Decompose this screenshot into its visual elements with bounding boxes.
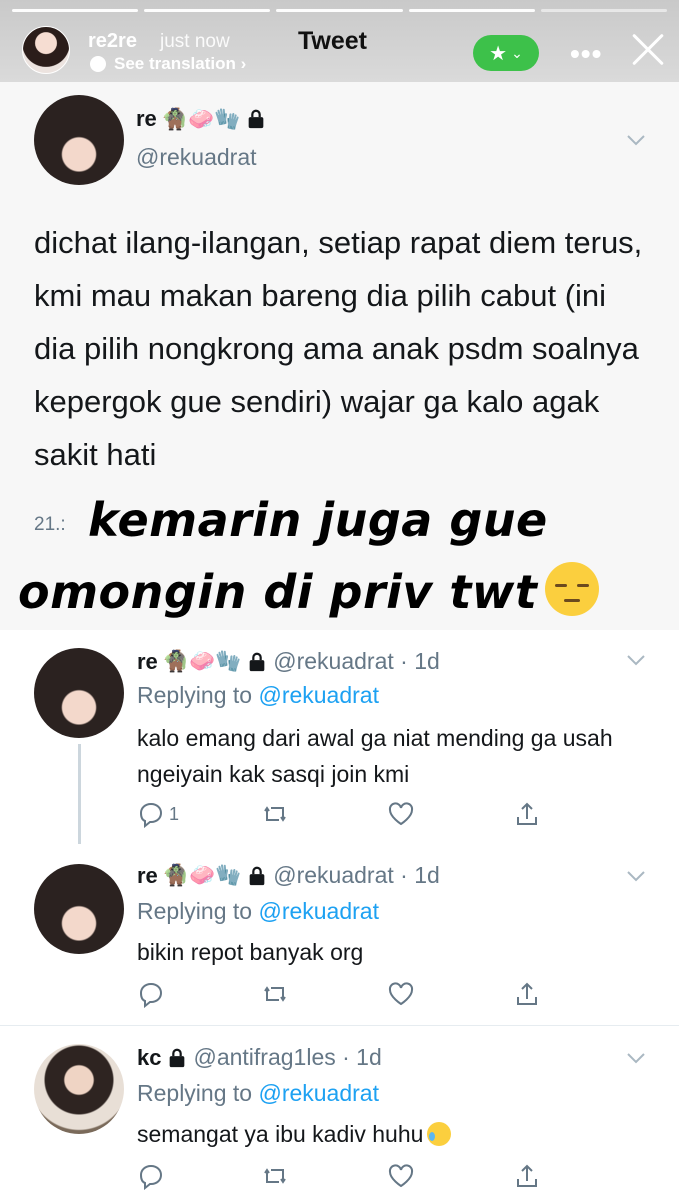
reply-button[interactable]	[137, 1162, 165, 1190]
replying-to-link[interactable]: @rekuadrat	[258, 898, 379, 924]
chevron-down-icon: ⌄	[511, 44, 523, 61]
like-button[interactable]	[387, 980, 415, 1008]
replying-to: Replying to @rekuadrat	[137, 1080, 379, 1107]
crying-face-icon	[427, 1122, 452, 1146]
progress-segment	[408, 9, 535, 12]
name-emojis: 🧌🧼🧤	[162, 650, 242, 673]
star-icon: ★	[489, 42, 508, 65]
lock-icon	[249, 652, 265, 671]
progress-segment	[144, 9, 271, 12]
story-progress-bar	[12, 9, 668, 13]
retweet-icon	[264, 1168, 286, 1184]
chevron-down-icon[interactable]	[626, 870, 646, 882]
share-button[interactable]	[513, 800, 541, 828]
heart-icon	[388, 802, 414, 826]
more-options-button[interactable]: •••	[570, 38, 602, 70]
name-emojis: 🧌🧼🧤	[161, 107, 241, 131]
retweet-button[interactable]	[261, 980, 289, 1008]
tweet-text: semangat ya ibu kadiv huhu	[137, 1116, 657, 1152]
close-friends-button[interactable]: ★ ⌄	[473, 35, 539, 71]
page-title: Tweet	[298, 27, 367, 55]
replying-to-link[interactable]: @rekuadrat	[258, 1080, 379, 1106]
reply-tweet[interactable]: kc @antifrag1les · 1d Replying to @rekua…	[0, 1026, 679, 1200]
caption-line-2: omongin di priv twt	[18, 562, 600, 619]
reply-button[interactable]: 1	[137, 800, 179, 828]
replying-prefix: Replying to	[137, 682, 259, 708]
tweet-author: re 🧌🧼🧤	[136, 106, 267, 132]
replying-to-link[interactable]: @rekuadrat	[258, 682, 379, 708]
tweet-actions	[137, 980, 557, 1010]
handle-time: @rekuadrat · 1d	[273, 862, 440, 888]
chevron-down-icon[interactable]	[626, 654, 646, 666]
progress-segment	[276, 9, 403, 12]
retweet-icon	[264, 986, 286, 1002]
replying-prefix: Replying to	[137, 1080, 259, 1106]
tweet-author: kc @antifrag1les · 1d	[137, 1044, 382, 1071]
tweet-author: re 🧌🧼🧤 @rekuadrat · 1d	[137, 648, 440, 675]
tweet-text: dichat ilang-ilangan, setiap rapat diem …	[34, 225, 643, 472]
reply-tweet[interactable]: re 🧌🧼🧤 @rekuadrat · 1d Replying to @reku…	[0, 630, 679, 844]
reply-tweet[interactable]: re 🧌🧼🧤 @rekuadrat · 1d Replying to @reku…	[0, 844, 679, 1024]
author-name: kc	[137, 1044, 162, 1070]
avatar[interactable]	[34, 648, 124, 738]
chevron-down-icon[interactable]	[626, 1052, 646, 1064]
lock-icon	[170, 1048, 185, 1067]
lock-icon	[249, 866, 265, 885]
tweet-actions	[137, 1162, 557, 1192]
share-button[interactable]	[513, 980, 541, 1008]
replying-prefix: Replying to	[137, 898, 259, 924]
replying-to: Replying to @rekuadrat	[137, 898, 379, 925]
replying-to: Replying to @rekuadrat	[137, 682, 379, 709]
pensive-face-icon	[545, 562, 600, 616]
avatar[interactable]	[34, 1044, 124, 1134]
thread-line	[78, 744, 81, 844]
retweet-button[interactable]	[261, 1162, 289, 1190]
story-username[interactable]: re2re	[88, 30, 137, 53]
tweet-author: re 🧌🧼🧤 @rekuadrat · 1d	[137, 862, 440, 889]
story-avatar[interactable]	[22, 26, 70, 74]
reply-icon	[139, 982, 163, 1008]
avatar[interactable]	[34, 864, 124, 954]
caption-line-2-text: omongin di priv twt	[18, 565, 538, 619]
main-tweet: re 🧌🧼🧤 @rekuadrat dichat ilang-ilangan, …	[0, 82, 679, 630]
like-button[interactable]	[387, 1162, 415, 1190]
author-name: re	[136, 106, 157, 131]
see-translation-link[interactable]: See translation ›	[90, 54, 246, 74]
like-button[interactable]	[387, 800, 415, 828]
globe-icon	[90, 56, 106, 72]
name-emojis: 🧌🧼🧤	[162, 864, 242, 887]
reply-button[interactable]	[137, 980, 165, 1008]
tweet-text: bikin repot banyak org	[137, 939, 364, 965]
share-button[interactable]	[513, 1162, 541, 1190]
story-timestamp: just now	[160, 31, 230, 52]
caption-line-1: kemarin juga gue	[88, 493, 548, 547]
lock-icon	[248, 109, 264, 129]
retweet-button[interactable]	[261, 800, 289, 828]
handle-time: @rekuadrat · 1d	[273, 648, 440, 674]
progress-segment	[12, 9, 139, 12]
share-icon	[517, 1164, 537, 1187]
close-icon[interactable]	[630, 32, 666, 68]
author-handle: @rekuadrat	[136, 144, 257, 170]
share-icon	[517, 802, 537, 825]
chevron-down-icon[interactable]	[626, 134, 646, 146]
avatar[interactable]	[34, 95, 124, 185]
story-caption-overlay: kemarin juga gue omongin di priv twt	[18, 484, 678, 628]
share-icon	[517, 982, 537, 1005]
author-name: re	[137, 862, 158, 888]
tweet-text-content: semangat ya ibu kadiv huhu	[137, 1121, 424, 1147]
tweet-actions: 1	[137, 800, 557, 830]
reply-icon	[139, 1164, 163, 1190]
reply-icon	[139, 802, 163, 828]
see-translation-label: See translation ›	[114, 54, 247, 73]
heart-icon	[388, 1164, 414, 1188]
reply-count: 1	[169, 803, 180, 824]
progress-segment	[540, 9, 668, 12]
author-name: re	[137, 648, 158, 674]
retweet-icon	[264, 806, 286, 822]
handle-time: @antifrag1les · 1d	[193, 1044, 382, 1070]
heart-icon	[388, 982, 414, 1006]
tweet-text: kalo emang dari awal ga niat mending ga …	[137, 725, 613, 787]
